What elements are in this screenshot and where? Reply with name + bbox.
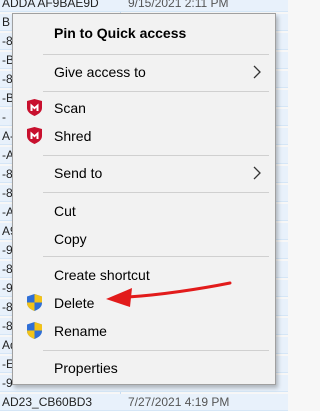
chevron-right-icon (253, 65, 261, 79)
menu-item-scan[interactable]: Scan (13, 94, 275, 122)
menu-item-label: Shred (54, 128, 92, 144)
menu-item-label: Rename (54, 323, 107, 339)
menu-item-copy[interactable]: Copy (13, 225, 275, 253)
menu-item-label: Scan (54, 100, 86, 116)
menu-item-send-to[interactable]: Send to (13, 159, 275, 187)
menu-item-label: Create shortcut (54, 267, 150, 283)
menu-separator (43, 54, 269, 55)
menu-item-pin-to-quick-access[interactable]: Pin to Quick access (13, 19, 275, 47)
menu-item-label: Cut (54, 203, 76, 219)
menu-item-rename[interactable]: Rename (13, 317, 275, 345)
menu-item-create-shortcut[interactable]: Create shortcut (13, 261, 275, 289)
menu-separator (43, 155, 269, 156)
menu-item-label: Copy (54, 231, 87, 247)
menu-separator (43, 350, 269, 351)
menu-item-give-access-to[interactable]: Give access to (13, 58, 275, 86)
menu-item-cut[interactable]: Cut (13, 197, 275, 225)
file-name: ADDA AF9BAE9D (2, 0, 99, 10)
chevron-right-icon (253, 166, 261, 180)
menu-item-shred[interactable]: Shred (13, 122, 275, 150)
menu-item-delete[interactable]: Delete (13, 289, 275, 317)
menu-item-label: Pin to Quick access (54, 25, 187, 41)
menu-item-label: Give access to (54, 64, 146, 80)
menu-item-label: Send to (54, 165, 103, 181)
uac-shield-icon (27, 294, 42, 311)
menu-item-label: Properties (54, 360, 118, 376)
menu-separator (43, 192, 269, 193)
file-name: - (2, 110, 6, 124)
file-row[interactable]: ADDA AF9BAE9D 9/15/2021 2:11 PM (0, 0, 288, 12)
file-date: 9/15/2021 2:11 PM (128, 0, 229, 10)
uac-shield-icon (27, 322, 42, 339)
mcafee-shield-icon (27, 127, 42, 144)
menu-separator (43, 256, 269, 257)
menu-item-properties[interactable]: Properties (13, 354, 275, 382)
context-menu: Pin to Quick access Give access to Scan … (12, 13, 276, 385)
file-name: B (2, 15, 11, 29)
mcafee-shield-icon (27, 99, 42, 116)
menu-item-label: Delete (54, 295, 95, 311)
menu-separator (43, 91, 269, 92)
